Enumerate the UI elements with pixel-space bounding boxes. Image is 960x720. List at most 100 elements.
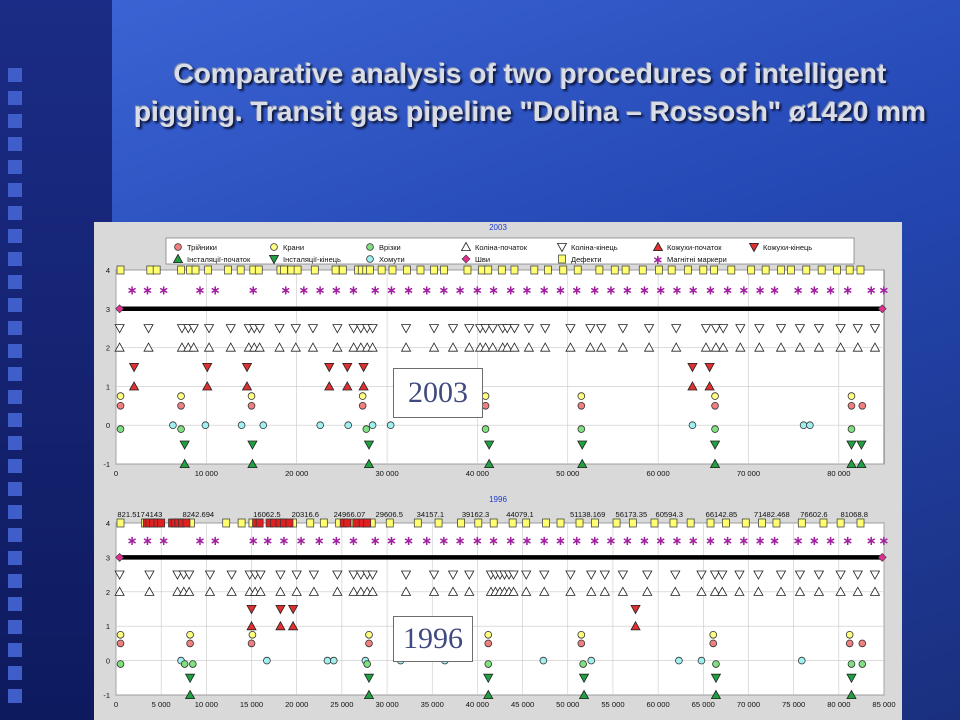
decorative-square xyxy=(8,275,22,289)
legend-symbol xyxy=(366,243,374,251)
km-label: 16062.5 xyxy=(253,510,280,519)
defect-marker xyxy=(686,518,695,528)
clamp-marker xyxy=(323,656,332,665)
magnetic-marker: ∗ xyxy=(262,534,273,549)
magnetic-marker: ∗ xyxy=(555,283,566,298)
defect-marker xyxy=(508,518,517,528)
legend-symbol xyxy=(558,254,566,264)
tee-marker xyxy=(577,639,586,648)
decorative-square xyxy=(8,91,22,105)
clamp-marker xyxy=(201,421,210,430)
valve-marker xyxy=(116,631,125,639)
valve-marker xyxy=(484,631,493,639)
tee-marker xyxy=(247,402,256,410)
magnetic-marker: ∗ xyxy=(210,283,221,298)
defect-marker xyxy=(573,265,582,275)
decorative-square xyxy=(8,344,22,358)
magnetic-marker: ∗ xyxy=(655,283,666,298)
x-tick-label: 20 000 xyxy=(285,700,308,709)
magnetic-marker: ∗ xyxy=(386,283,397,298)
defect-marker-red xyxy=(363,518,372,528)
km-label: 29606.5 xyxy=(376,510,403,519)
magnetic-marker: ∗ xyxy=(195,534,206,549)
magnetic-marker: ∗ xyxy=(672,534,683,549)
x-tick-label: 75 000 xyxy=(782,700,805,709)
defect-marker xyxy=(497,265,506,275)
defect-marker xyxy=(416,265,425,275)
magnetic-marker: ∗ xyxy=(589,283,600,298)
magnetic-marker: ∗ xyxy=(809,534,820,549)
legend-label: Коліна-кінець xyxy=(571,243,618,252)
defect-marker-red xyxy=(157,518,166,528)
magnetic-marker: ∗ xyxy=(314,534,325,549)
magnetic-marker: ∗ xyxy=(488,534,499,549)
defect-marker xyxy=(819,518,828,528)
legend-symbol xyxy=(366,255,374,263)
magnetic-marker: ∗ xyxy=(248,534,259,549)
tee-marker xyxy=(358,402,367,410)
legend-label: Трійники xyxy=(187,243,217,252)
tee-marker xyxy=(116,639,125,648)
tee-marker xyxy=(484,639,493,648)
x-tick-label: 55 000 xyxy=(601,700,624,709)
magnetic-marker: ∗ xyxy=(298,283,309,298)
y-tick-label: 2 xyxy=(106,588,110,597)
defect-marker xyxy=(293,265,302,275)
defect-marker xyxy=(722,518,730,528)
defect-marker xyxy=(556,518,565,528)
decorative-square xyxy=(8,574,22,588)
magnetic-marker: ∗ xyxy=(248,283,259,298)
defect-marker xyxy=(463,265,472,275)
tee-marker xyxy=(711,402,719,410)
defect-marker xyxy=(377,265,386,275)
defect-marker xyxy=(761,265,770,275)
legend-label: Коліна-початок xyxy=(475,243,528,252)
clamp-marker xyxy=(386,421,395,430)
defect-marker xyxy=(802,265,811,275)
magnetic-marker: ∗ xyxy=(879,534,890,549)
legend-label: Хомути xyxy=(379,255,405,264)
magnetic-marker: ∗ xyxy=(539,534,550,549)
x-tick-label: 85 000 xyxy=(872,700,895,709)
tapping-marker xyxy=(180,660,189,668)
year-label-2003: 2003 xyxy=(393,368,483,418)
x-tick-label: 65 000 xyxy=(692,700,715,709)
legend-label: Кожухи-кінець xyxy=(763,243,812,252)
defect-marker xyxy=(595,265,604,275)
magnetic-marker: ∗ xyxy=(769,283,780,298)
tapping-marker xyxy=(847,660,856,668)
defect-marker xyxy=(306,518,315,528)
defect-marker xyxy=(254,265,263,275)
defect-marker xyxy=(489,518,498,528)
decorative-square xyxy=(8,413,22,427)
defect-marker xyxy=(191,265,200,275)
magnetic-marker: ∗ xyxy=(606,283,617,298)
defect-marker xyxy=(237,518,246,528)
x-tick-label: 80 000 xyxy=(827,469,850,478)
magnetic-marker: ∗ xyxy=(539,283,550,298)
chart-legend: Трійники Крани Врізки Коліна-початок Коліна-… xyxy=(165,237,855,268)
x-tick-label: 15 000 xyxy=(240,700,263,709)
x-tick-label: 5 000 xyxy=(152,700,171,709)
chart-panel-2003: 2003 Трійники Крани Врізки Коліна-початок Кол… xyxy=(94,222,902,494)
y-tick-label: 1 xyxy=(106,382,110,391)
tee-marker xyxy=(481,402,490,410)
clamp-marker xyxy=(697,656,706,665)
defect-marker xyxy=(430,265,438,275)
tapping-marker xyxy=(177,425,185,433)
y-tick-label: 4 xyxy=(106,519,110,528)
tapping-marker xyxy=(847,425,856,433)
magnetic-marker: ∗ xyxy=(755,534,766,549)
magnetic-marker: ∗ xyxy=(606,534,617,549)
defect-marker-red xyxy=(255,518,264,528)
magnetic-marker: ∗ xyxy=(738,283,749,298)
magnetic-marker: ∗ xyxy=(793,534,804,549)
magnetic-marker: ∗ xyxy=(455,283,466,298)
defect-marker xyxy=(856,518,865,528)
magnetic-marker: ∗ xyxy=(571,283,582,298)
km-label: 76602.6 xyxy=(800,510,827,519)
defect-marker xyxy=(310,265,319,275)
x-tick-label: 40 000 xyxy=(466,700,489,709)
decorative-square xyxy=(8,436,22,450)
magnetic-marker: ∗ xyxy=(472,534,483,549)
